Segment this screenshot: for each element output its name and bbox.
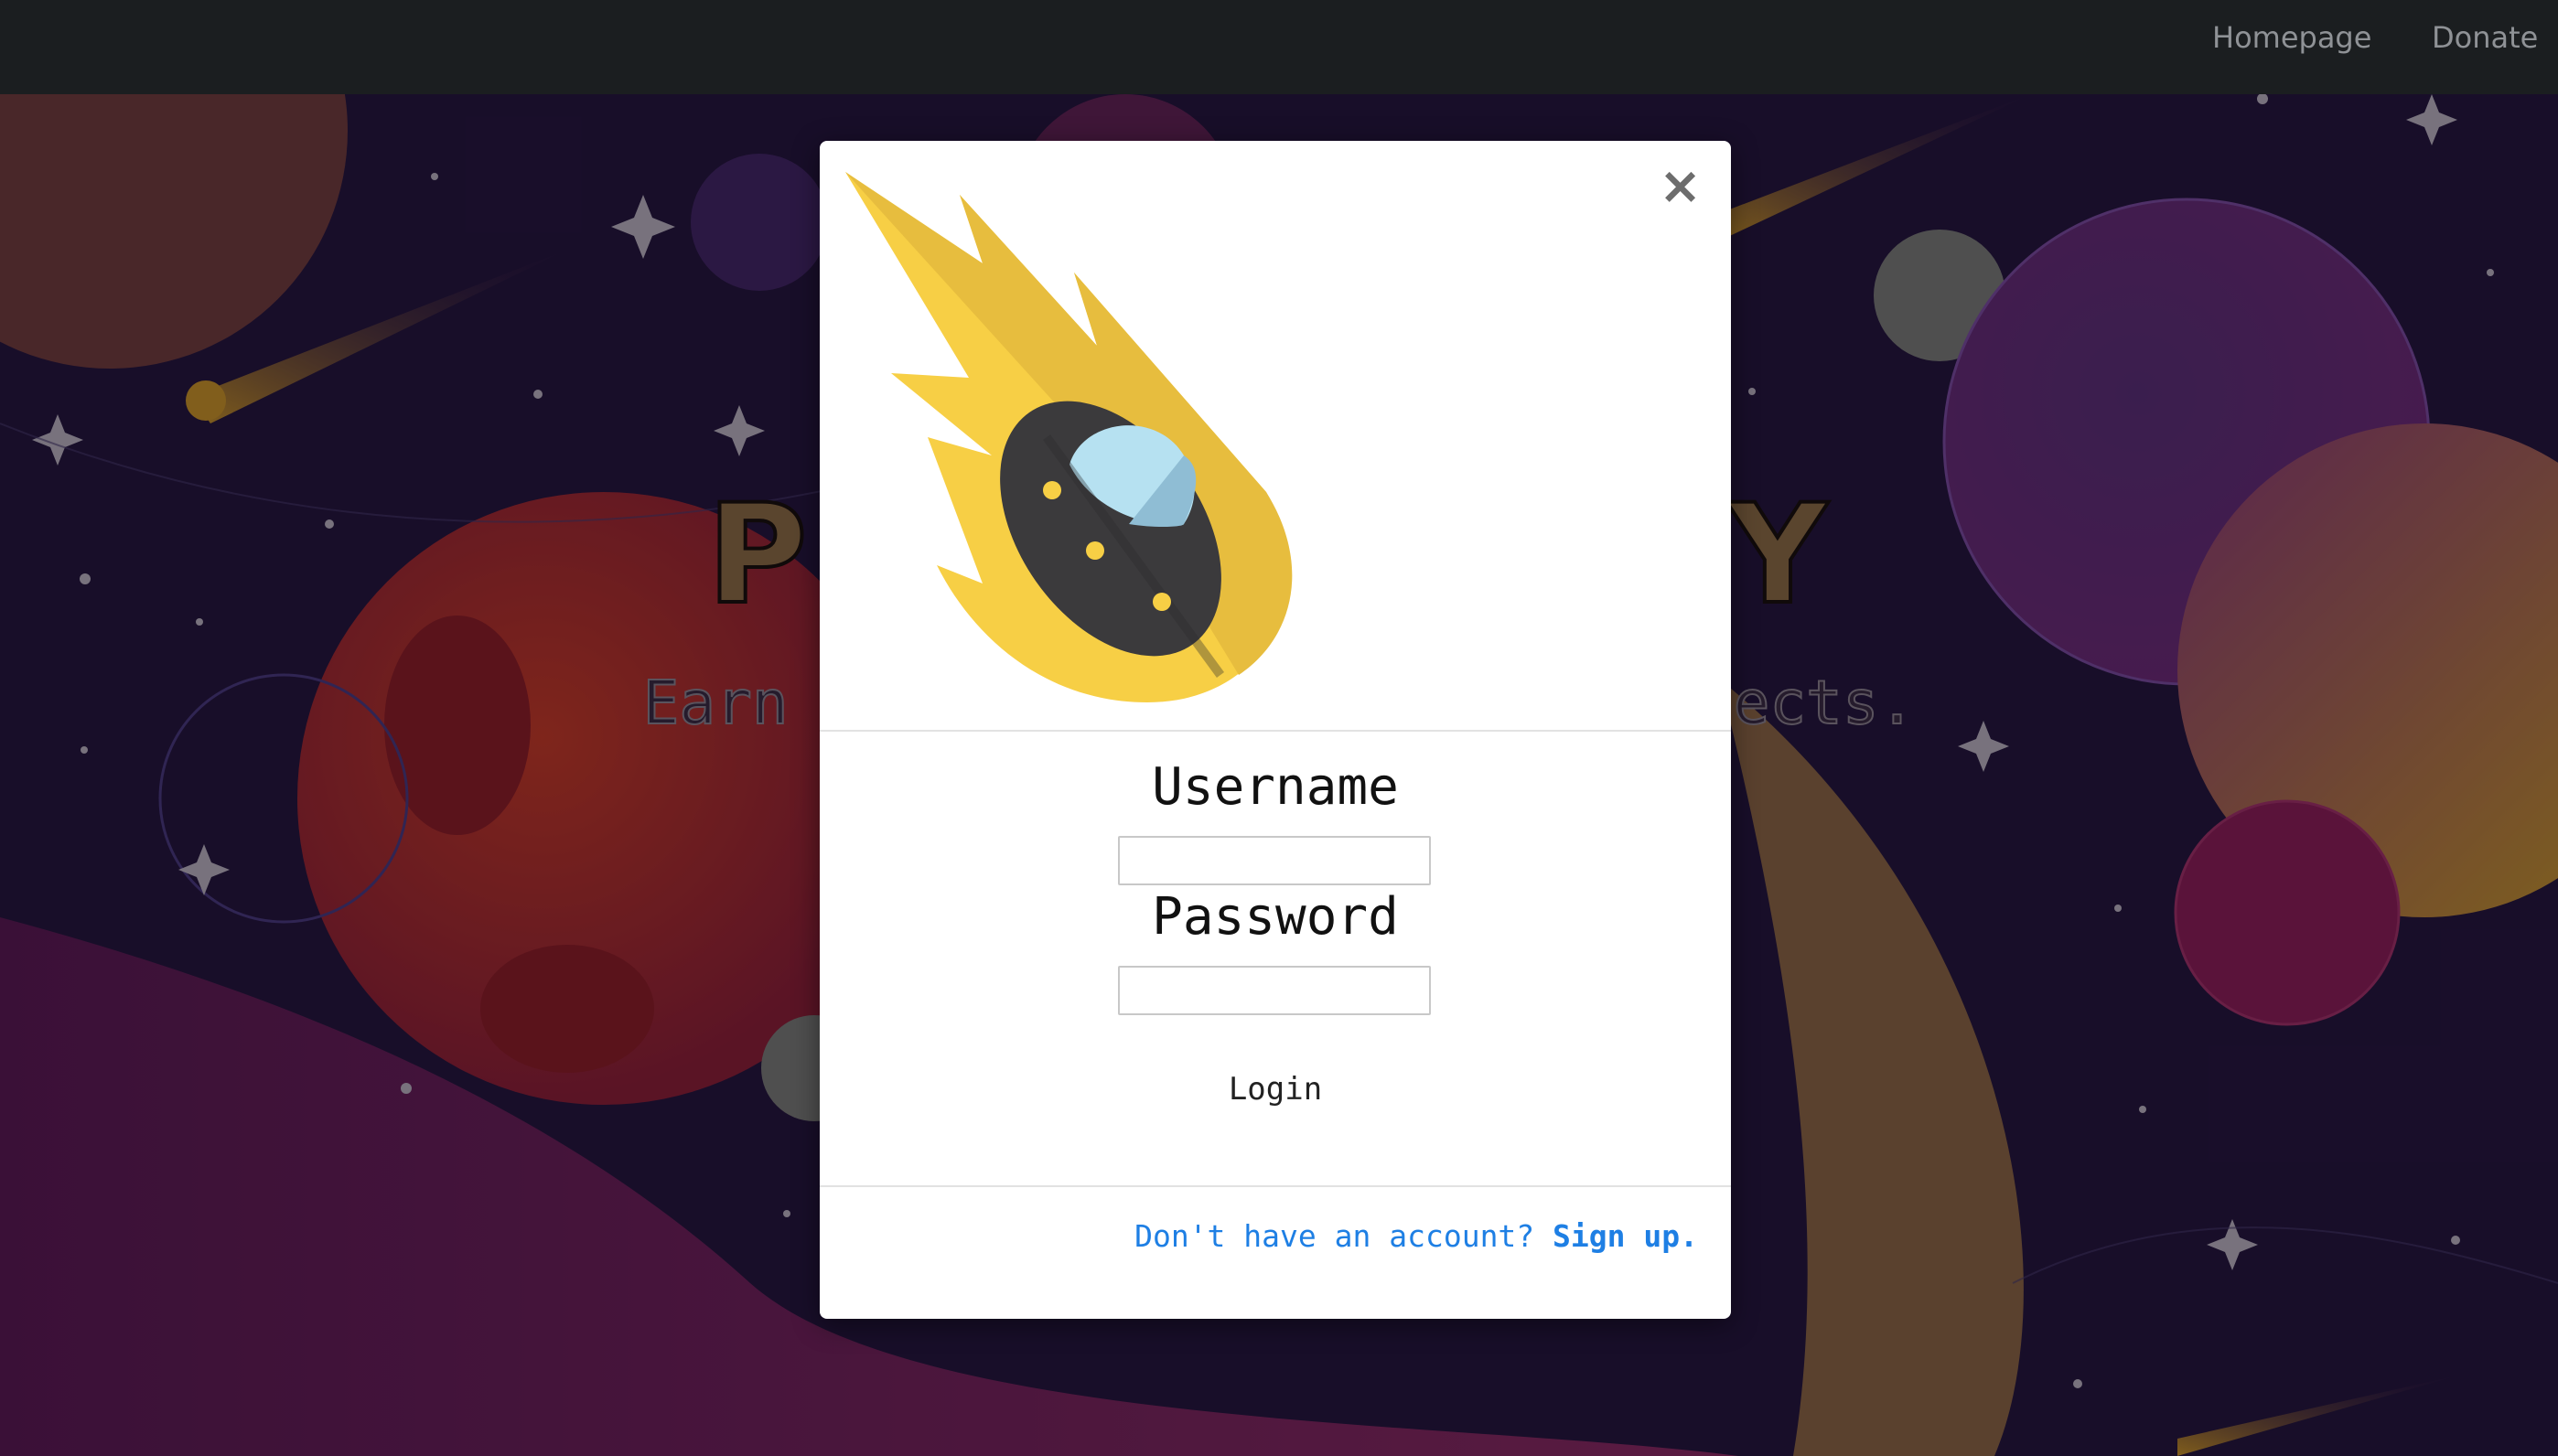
nav-link-homepage[interactable]: Homepage bbox=[2212, 20, 2371, 55]
password-input[interactable] bbox=[1118, 966, 1431, 1015]
signup-prompt: Don't have an account? Sign up. bbox=[1134, 1218, 1698, 1254]
login-button[interactable]: Login bbox=[1184, 1059, 1367, 1118]
password-label: Password bbox=[1152, 887, 1399, 947]
flaming-ufo-icon bbox=[845, 172, 1293, 702]
top-navbar: Homepage Donate bbox=[0, 0, 2558, 94]
footer-divider bbox=[820, 1185, 1731, 1187]
signup-prompt-text: Don't have an account? bbox=[1134, 1218, 1535, 1254]
header-divider bbox=[820, 730, 1731, 732]
username-label: Username bbox=[1152, 757, 1399, 817]
username-input[interactable] bbox=[1118, 836, 1431, 885]
signup-link[interactable]: Sign up. bbox=[1553, 1218, 1698, 1254]
nav-link-donate[interactable]: Donate bbox=[2432, 20, 2538, 55]
login-modal: × Username Password Login Don't have an … bbox=[820, 141, 1731, 1319]
close-icon[interactable]: × bbox=[1659, 161, 1702, 212]
